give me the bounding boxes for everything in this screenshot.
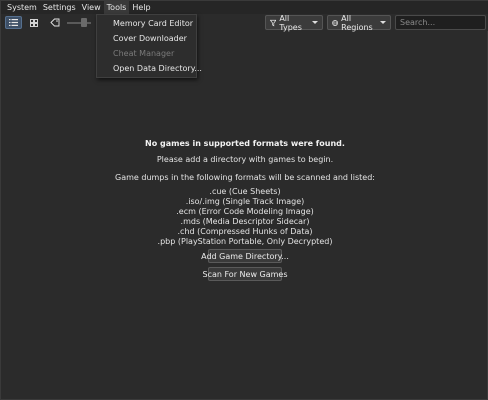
globe-icon	[332, 19, 339, 26]
format-item: .mds (Media Descriptor Sidecar)	[180, 217, 310, 226]
chevron-down-icon	[312, 21, 318, 24]
region-filter-label: All Regions	[341, 13, 373, 32]
formats-heading: Game dumps in the following formats will…	[115, 173, 375, 182]
menu-settings[interactable]: Settings	[40, 1, 79, 14]
menu-item-memory-card-editor[interactable]: Memory Card Editor	[97, 16, 196, 31]
scan-for-new-games-button[interactable]: Scan For New Games	[203, 267, 288, 281]
tag-icon	[49, 18, 59, 27]
format-item: .cue (Cue Sheets)	[209, 187, 281, 196]
empty-state-message: Please add a directory with games to beg…	[156, 155, 334, 164]
list-view-button[interactable]	[5, 16, 22, 29]
format-item: .chd (Compressed Hunks of Data)	[177, 227, 313, 236]
empty-state-title: No games in supported formats were found…	[145, 139, 345, 148]
format-item: .ecm (Error Code Modeling Image)	[176, 207, 314, 216]
zoom-slider-track[interactable]	[67, 22, 91, 24]
menu-item-open-data-directory[interactable]: Open Data Directory...	[97, 61, 202, 76]
region-filter-dropdown[interactable]: All Regions	[327, 13, 391, 32]
main-window: System Settings View Tools Help All Type…	[0, 0, 488, 400]
zoom-slider-handle[interactable]	[81, 18, 87, 27]
grid-view-icon	[29, 18, 38, 27]
grid-view-button[interactable]	[26, 16, 41, 29]
search-input[interactable]	[395, 15, 486, 30]
game-list-empty-state: No games in supported formats were found…	[1, 31, 488, 400]
tools-menu: Memory Card Editor Cover Downloader Chea…	[96, 14, 202, 78]
menu-item-cheat-manager: Cheat Manager	[113, 49, 175, 58]
toolbar: All Types All Regions	[1, 13, 488, 32]
list-view-icon	[9, 19, 18, 26]
format-item: .pbp (PlayStation Portable, Only Decrypt…	[157, 237, 333, 246]
menu-help[interactable]: Help	[129, 1, 153, 14]
filter-icon	[270, 19, 277, 26]
menu-system[interactable]: System	[4, 1, 40, 14]
format-item: .iso/.img (Single Track Image)	[185, 197, 305, 206]
menu-bar: System Settings View Tools Help	[1, 1, 488, 14]
chevron-down-icon	[380, 21, 386, 24]
formats-list: .cue (Cue Sheets) .iso/.img (Single Trac…	[1, 187, 488, 247]
type-filter-dropdown[interactable]: All Types	[265, 13, 323, 32]
type-filter-label: All Types	[279, 13, 302, 32]
menu-view[interactable]: View	[79, 1, 104, 14]
merge-discs-button[interactable]	[47, 16, 62, 29]
menu-tools[interactable]: Tools	[103, 1, 130, 14]
menu-item-cover-downloader[interactable]: Cover Downloader	[97, 31, 196, 46]
add-game-directory-button[interactable]: Add Game Directory...	[201, 249, 289, 263]
